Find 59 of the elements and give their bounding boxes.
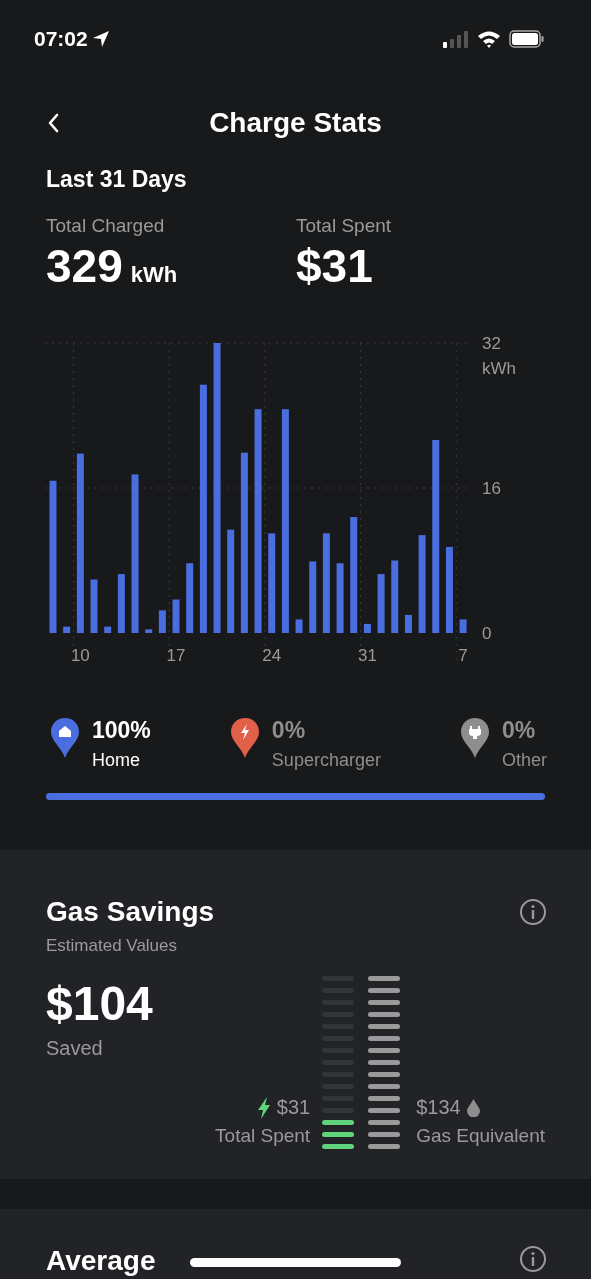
card-title: Average <box>46 1245 156 1277</box>
lightning-icon <box>256 1096 271 1119</box>
chart-bar <box>158 610 166 633</box>
source-percent: 0% <box>501 717 537 744</box>
chart-bar <box>309 561 317 633</box>
source-percent: 0% <box>271 717 307 744</box>
chart-bar <box>186 563 194 633</box>
axis-label: 16 <box>482 478 501 498</box>
home-pin-icon <box>50 717 80 759</box>
gas-value: $134 <box>416 1096 461 1119</box>
spent-value: $31 <box>276 1096 311 1119</box>
info-icon[interactable] <box>519 898 547 926</box>
chart-bar <box>459 619 467 633</box>
stat-unit: kWh <box>130 262 178 288</box>
card-title: Gas Savings <box>46 896 215 928</box>
battery-icon <box>509 30 545 48</box>
chart-bar <box>104 626 112 633</box>
gas-label: Gas Equivalent <box>416 1125 545 1147</box>
chart-bar <box>145 629 153 633</box>
chart-bar <box>63 626 71 633</box>
card-subtitle: Estimated Values <box>46 936 179 956</box>
chart-bar <box>336 563 344 633</box>
savings-label: Saved <box>46 1037 104 1060</box>
signal-icon <box>443 30 469 48</box>
source-label: Other <box>501 750 547 771</box>
axis-label: 10 <box>70 646 90 665</box>
stat-value: 329 <box>46 239 123 293</box>
source-label: Supercharger <box>271 750 381 771</box>
savings-amount: $104 <box>46 976 153 1031</box>
axis-label: 0 <box>482 623 492 643</box>
chart-bar <box>117 574 125 633</box>
axis-title: kWh <box>482 358 516 378</box>
page-title: Charge Stats <box>209 107 382 139</box>
info-icon[interactable] <box>519 1245 547 1273</box>
stat-value: $31 <box>296 239 373 293</box>
chart-bar <box>363 623 371 633</box>
chart-bar <box>404 614 412 633</box>
wifi-icon <box>477 30 501 48</box>
source-label: Home <box>92 750 141 771</box>
lightning-pin-icon <box>229 717 260 759</box>
chart-bar <box>377 574 385 633</box>
period-heading: Last 31 Days <box>46 166 188 193</box>
axis-label: 24 <box>262 646 282 665</box>
axis-label: 32 <box>482 333 501 353</box>
chart-bar <box>90 579 98 633</box>
stat-label: Total Spent <box>296 215 393 237</box>
drop-icon <box>466 1098 480 1117</box>
location-arrow-icon <box>91 30 110 48</box>
plug-pin-icon <box>459 717 490 759</box>
status-time: 07:02 <box>34 27 88 51</box>
spent-label: Total Spent <box>215 1125 311 1147</box>
chart-bar <box>172 599 180 633</box>
axis-label: 17 <box>166 646 186 665</box>
axis-label: 31 <box>357 646 377 665</box>
source-percent: 100% <box>92 717 151 744</box>
chevron-left-icon <box>46 112 60 134</box>
stat-label: Total Charged <box>46 215 166 237</box>
chart-bar <box>295 619 303 633</box>
axis-label: 7 <box>458 646 468 665</box>
